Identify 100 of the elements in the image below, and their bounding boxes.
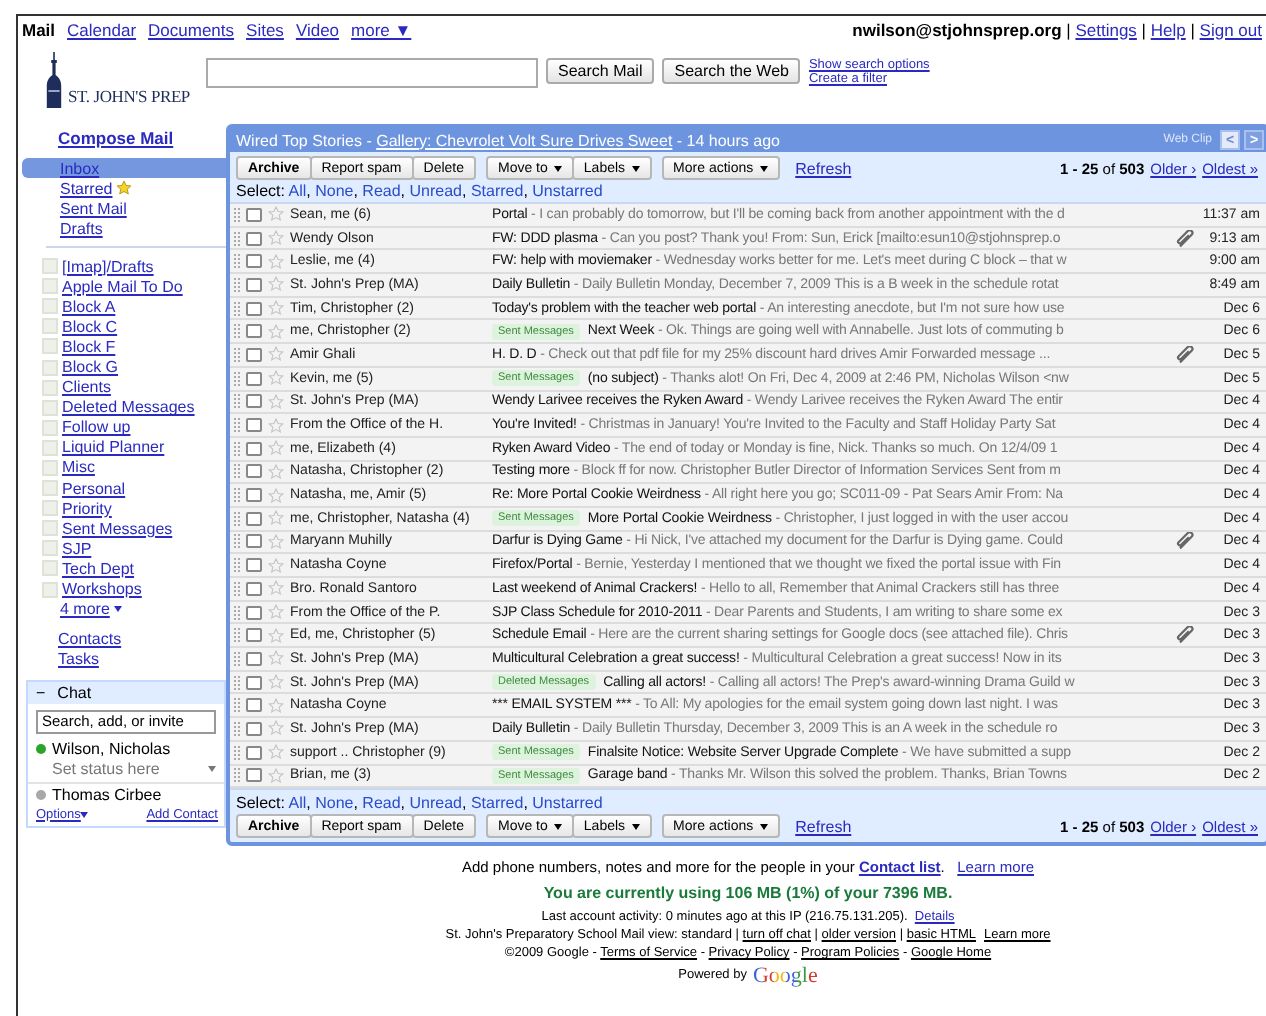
star-icon[interactable] [268, 487, 284, 504]
app-link[interactable]: Mail [22, 19, 56, 39]
star-icon[interactable] [268, 580, 284, 597]
checkbox[interactable] [246, 745, 262, 760]
select-link[interactable]: Starred [470, 794, 524, 813]
account-link[interactable]: Sign out [1199, 19, 1262, 39]
label-link[interactable]: Block F [62, 337, 116, 356]
star-icon[interactable] [268, 533, 284, 550]
label-link[interactable]: Liquid Planner [62, 438, 165, 457]
select-link[interactable]: None [315, 794, 354, 813]
search-button[interactable]: Search the Web [662, 58, 801, 84]
star-icon[interactable] [268, 744, 284, 761]
label-link[interactable]: SJP [62, 539, 92, 558]
checkbox[interactable] [246, 207, 262, 222]
select-link[interactable]: None [315, 182, 354, 200]
label-link[interactable]: Deleted Messages [62, 398, 195, 417]
checkbox[interactable] [246, 394, 262, 409]
star-icon[interactable] [268, 510, 284, 527]
star-icon[interactable] [268, 627, 284, 644]
select-link[interactable]: Read [362, 794, 401, 813]
checkbox[interactable] [246, 231, 262, 246]
select-link[interactable]: Read [362, 182, 401, 200]
checkbox[interactable] [246, 277, 262, 292]
star-icon[interactable] [268, 370, 284, 387]
star-icon[interactable] [268, 300, 284, 317]
star-icon[interactable] [268, 674, 284, 691]
checkbox[interactable] [246, 441, 262, 456]
star-icon[interactable] [268, 697, 284, 714]
refresh-link[interactable]: Refresh [795, 817, 852, 836]
checkbox[interactable] [246, 651, 262, 666]
label-link[interactable]: Personal [62, 479, 126, 498]
folder-item[interactable]: Sent Mail [22, 198, 226, 218]
star-icon[interactable] [268, 417, 284, 434]
checkbox[interactable] [246, 418, 262, 433]
checkbox[interactable] [246, 464, 262, 479]
collapse-toggle[interactable]: − [36, 683, 46, 702]
checkbox[interactable] [246, 301, 262, 316]
checkbox[interactable] [246, 534, 262, 549]
checkbox[interactable] [246, 698, 262, 713]
refresh-link[interactable]: Refresh [795, 159, 852, 177]
compose-link[interactable]: Compose Mail [22, 124, 226, 152]
label-link[interactable]: Clients [62, 378, 111, 397]
select-link[interactable]: All [288, 182, 307, 200]
checkbox[interactable] [246, 605, 262, 620]
account-link[interactable]: Help [1150, 19, 1186, 39]
checkbox[interactable] [246, 324, 262, 339]
label-link[interactable]: Misc [62, 458, 95, 477]
checkbox[interactable] [246, 254, 262, 269]
star-icon[interactable] [268, 346, 284, 363]
star-icon[interactable] [268, 440, 284, 457]
label-link[interactable]: Workshops [62, 580, 142, 599]
label-link[interactable]: Block C [62, 317, 118, 336]
folder-item[interactable]: Drafts [22, 218, 226, 238]
checkbox[interactable] [246, 488, 262, 503]
select-link[interactable]: Unread [409, 794, 462, 813]
checkbox[interactable] [246, 581, 262, 596]
app-link[interactable]: Documents [148, 19, 235, 39]
label-link[interactable]: Tech Dept [62, 559, 135, 578]
star-icon[interactable] [268, 323, 284, 340]
app-link[interactable]: more ▼ [351, 19, 412, 39]
more-labels-link[interactable]: 4 more [22, 599, 226, 620]
star-icon[interactable] [268, 206, 284, 223]
sidebar-link[interactable]: Contacts [58, 629, 226, 648]
label-link[interactable]: Follow up [62, 418, 131, 437]
app-link[interactable]: Video [295, 19, 340, 39]
checkbox[interactable] [246, 511, 262, 526]
status-text[interactable]: Set status here [52, 760, 160, 779]
label-link[interactable]: [Imap]/Drafts [62, 257, 154, 276]
star-icon[interactable] [268, 557, 284, 574]
star-icon[interactable] [268, 767, 284, 784]
checkbox[interactable] [246, 558, 262, 573]
search-field[interactable] [206, 58, 538, 88]
app-link[interactable]: Calendar [67, 19, 137, 39]
select-link[interactable]: Unstarred [532, 794, 603, 813]
star-icon[interactable] [268, 604, 284, 621]
star-icon[interactable] [268, 253, 284, 270]
checkbox[interactable] [246, 628, 262, 643]
star-icon[interactable] [268, 463, 284, 480]
checkbox[interactable] [246, 675, 262, 690]
star-icon[interactable] [268, 230, 284, 247]
label-link[interactable]: Block A [62, 297, 116, 316]
star-icon[interactable] [268, 393, 284, 410]
sidebar-link[interactable]: Tasks [58, 649, 226, 668]
label-link[interactable]: Priority [62, 499, 112, 518]
select-link[interactable]: All [288, 794, 307, 813]
checkbox[interactable] [246, 768, 262, 783]
star-icon[interactable] [268, 650, 284, 667]
checkbox[interactable] [246, 347, 262, 362]
contact-name[interactable]: Wilson, Nicholas [52, 740, 171, 759]
search-button[interactable]: Search Mail [546, 58, 655, 84]
folder-item[interactable]: Starred [22, 178, 226, 198]
account-link[interactable]: Settings [1075, 19, 1137, 39]
checkbox[interactable] [246, 721, 262, 736]
app-link[interactable]: Sites [246, 19, 284, 39]
select-link[interactable]: Starred [470, 182, 524, 200]
select-link[interactable]: Unstarred [532, 182, 603, 200]
star-icon[interactable] [268, 276, 284, 293]
star-icon[interactable] [268, 720, 284, 737]
contact-name[interactable]: Thomas Cirbee [52, 786, 162, 805]
checkbox[interactable] [246, 371, 262, 386]
